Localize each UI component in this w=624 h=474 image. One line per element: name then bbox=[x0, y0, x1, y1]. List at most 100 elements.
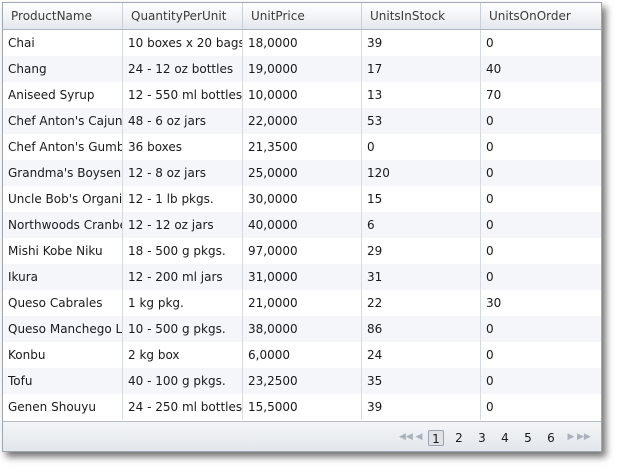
table-cell[interactable]: 31 bbox=[362, 264, 481, 290]
table-cell[interactable]: Chef Anton's Gumbo bbox=[3, 134, 123, 160]
table-cell[interactable]: 12 - 1 lb pkgs. bbox=[123, 186, 243, 212]
table-cell[interactable]: 12 - 550 ml bottles bbox=[123, 82, 243, 108]
table-cell[interactable]: Genen Shouyu bbox=[3, 394, 123, 420]
table-cell[interactable]: 12 - 200 ml jars bbox=[123, 264, 243, 290]
table-cell[interactable]: 0 bbox=[481, 238, 601, 264]
column-header-unitprice[interactable]: UnitPrice bbox=[243, 3, 362, 29]
table-cell[interactable]: Grandma's Boysenb bbox=[3, 160, 123, 186]
table-row[interactable]: Northwoods Cranbe 12 - 12 oz jars 40,0000 6… bbox=[3, 212, 601, 238]
table-cell[interactable]: 15,5000 bbox=[243, 394, 362, 420]
table-cell[interactable]: 29 bbox=[362, 238, 481, 264]
table-cell[interactable]: 19,0000 bbox=[243, 56, 362, 82]
table-row[interactable]: Ikura 12 - 200 ml jars 31,0000 31 0 bbox=[3, 264, 601, 290]
table-cell[interactable]: 21,3500 bbox=[243, 134, 362, 160]
table-cell[interactable]: 22 bbox=[362, 290, 481, 316]
table-cell[interactable]: 17 bbox=[362, 56, 481, 82]
table-cell[interactable]: 0 bbox=[481, 342, 601, 368]
table-row[interactable]: Tofu 40 - 100 g pkgs. 23,2500 35 0 bbox=[3, 368, 601, 394]
page-button-4[interactable]: 4 bbox=[498, 430, 512, 446]
table-cell[interactable]: 6,0000 bbox=[243, 342, 362, 368]
table-cell[interactable]: 10 - 500 g pkgs. bbox=[123, 316, 243, 342]
table-cell[interactable]: 24 bbox=[362, 342, 481, 368]
table-cell[interactable]: Aniseed Syrup bbox=[3, 82, 123, 108]
column-header-productname[interactable]: ProductName bbox=[3, 3, 123, 29]
next-page-icon[interactable]: ▶ bbox=[565, 431, 577, 443]
table-cell[interactable]: 48 - 6 oz jars bbox=[123, 108, 243, 134]
page-button-6[interactable]: 6 bbox=[544, 430, 558, 446]
table-cell[interactable]: 24 - 250 ml bottles bbox=[123, 394, 243, 420]
table-cell[interactable]: 6 bbox=[362, 212, 481, 238]
table-row[interactable]: Uncle Bob's Organic 12 - 1 lb pkgs. 30,000… bbox=[3, 186, 601, 212]
table-cell[interactable]: 13 bbox=[362, 82, 481, 108]
table-cell[interactable]: 39 bbox=[362, 30, 481, 56]
table-cell[interactable]: Konbu bbox=[3, 342, 123, 368]
table-cell[interactable]: 30 bbox=[481, 290, 601, 316]
table-cell[interactable]: 2 kg box bbox=[123, 342, 243, 368]
table-cell[interactable]: 12 - 8 oz jars bbox=[123, 160, 243, 186]
table-row[interactable]: Chef Anton's Gumbo 36 boxes 21,3500 0 0 bbox=[3, 134, 601, 160]
table-cell[interactable]: 22,0000 bbox=[243, 108, 362, 134]
table-cell[interactable]: 10,0000 bbox=[243, 82, 362, 108]
table-cell[interactable]: 0 bbox=[481, 316, 601, 342]
table-cell[interactable]: 12 - 12 oz jars bbox=[123, 212, 243, 238]
page-button-1[interactable]: 1 bbox=[428, 430, 444, 446]
table-row[interactable]: Genen Shouyu 24 - 250 ml bottles 15,5000 39… bbox=[3, 394, 601, 420]
table-cell[interactable]: Mishi Kobe Niku bbox=[3, 238, 123, 264]
table-cell[interactable]: 18 - 500 g pkgs. bbox=[123, 238, 243, 264]
table-row[interactable]: Aniseed Syrup 12 - 550 ml bottles 10,0000 1… bbox=[3, 82, 601, 108]
table-cell[interactable]: 21,0000 bbox=[243, 290, 362, 316]
table-row[interactable]: Chang 24 - 12 oz bottles 19,0000 17 40 bbox=[3, 56, 601, 82]
column-header-unitsonorder[interactable]: UnitsOnOrder bbox=[481, 3, 601, 29]
table-cell[interactable]: Tofu bbox=[3, 368, 123, 394]
page-button-2[interactable]: 2 bbox=[452, 430, 466, 446]
table-cell[interactable]: 38,0000 bbox=[243, 316, 362, 342]
table-cell[interactable]: 31,0000 bbox=[243, 264, 362, 290]
table-row[interactable]: Queso Cabrales 1 kg pkg. 21,0000 22 30 bbox=[3, 290, 601, 316]
table-row[interactable]: Konbu 2 kg box 6,0000 24 0 bbox=[3, 342, 601, 368]
last-page-icon[interactable]: ▶▶ bbox=[577, 431, 591, 443]
table-cell[interactable]: 0 bbox=[481, 108, 601, 134]
table-row[interactable]: Mishi Kobe Niku 18 - 500 g pkgs. 97,0000 29… bbox=[3, 238, 601, 264]
table-cell[interactable]: 0 bbox=[481, 368, 601, 394]
table-cell[interactable]: 36 boxes bbox=[123, 134, 243, 160]
table-cell[interactable]: 0 bbox=[481, 212, 601, 238]
table-cell[interactable]: Chef Anton's Cajun bbox=[3, 108, 123, 134]
table-cell[interactable]: 0 bbox=[481, 30, 601, 56]
table-cell[interactable]: 0 bbox=[481, 134, 601, 160]
table-row[interactable]: Chef Anton's Cajun 48 - 6 oz jars 22,0000 5… bbox=[3, 108, 601, 134]
table-cell[interactable]: 0 bbox=[481, 264, 601, 290]
table-cell[interactable]: 40 - 100 g pkgs. bbox=[123, 368, 243, 394]
table-cell[interactable]: 23,2500 bbox=[243, 368, 362, 394]
table-cell[interactable]: Chai bbox=[3, 30, 123, 56]
table-row[interactable]: Queso Manchego La 10 - 500 g pkgs. 38,0000… bbox=[3, 316, 601, 342]
table-cell[interactable]: 35 bbox=[362, 368, 481, 394]
previous-page-icon[interactable]: ◀ bbox=[413, 431, 425, 443]
table-cell[interactable]: Northwoods Cranbe bbox=[3, 212, 123, 238]
table-cell[interactable]: 86 bbox=[362, 316, 481, 342]
table-cell[interactable]: 70 bbox=[481, 82, 601, 108]
table-cell[interactable]: 18,0000 bbox=[243, 30, 362, 56]
table-cell[interactable]: 0 bbox=[481, 394, 601, 420]
table-cell[interactable]: 97,0000 bbox=[243, 238, 362, 264]
table-cell[interactable]: 0 bbox=[362, 134, 481, 160]
table-cell[interactable]: Uncle Bob's Organic bbox=[3, 186, 123, 212]
table-cell[interactable]: 0 bbox=[481, 160, 601, 186]
table-cell[interactable]: 0 bbox=[481, 186, 601, 212]
table-cell[interactable]: 30,0000 bbox=[243, 186, 362, 212]
table-cell[interactable]: 15 bbox=[362, 186, 481, 212]
column-header-quantityperunit[interactable]: QuantityPerUnit bbox=[123, 3, 243, 29]
column-header-unitsinstock[interactable]: UnitsInStock bbox=[362, 3, 481, 29]
table-cell[interactable]: 39 bbox=[362, 394, 481, 420]
page-button-3[interactable]: 3 bbox=[475, 430, 489, 446]
table-cell[interactable]: 10 boxes x 20 bags bbox=[123, 30, 243, 56]
table-cell[interactable]: 40 bbox=[481, 56, 601, 82]
table-cell[interactable]: Queso Manchego La bbox=[3, 316, 123, 342]
table-cell[interactable]: 53 bbox=[362, 108, 481, 134]
table-cell[interactable]: Ikura bbox=[3, 264, 123, 290]
table-cell[interactable]: Chang bbox=[3, 56, 123, 82]
table-row[interactable]: Chai 10 boxes x 20 bags 18,0000 39 0 bbox=[3, 30, 601, 56]
table-cell[interactable]: 24 - 12 oz bottles bbox=[123, 56, 243, 82]
table-row[interactable]: Grandma's Boysenb 12 - 8 oz jars 25,0000 12… bbox=[3, 160, 601, 186]
page-button-5[interactable]: 5 bbox=[521, 430, 535, 446]
first-page-icon[interactable]: ◀◀ bbox=[399, 431, 413, 443]
